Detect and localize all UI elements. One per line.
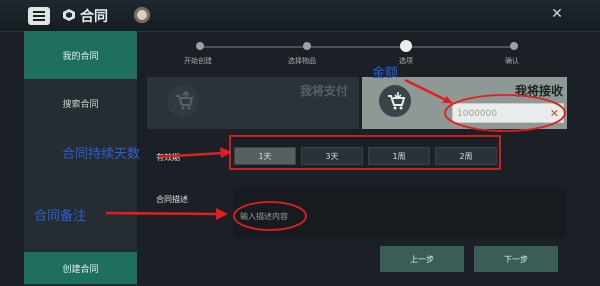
contract-window: 合同 ✕ 我的合同 搜索合同 创建合同 开始创建 选择物品 选项 确认 我将支付… <box>0 0 600 286</box>
annotation-overlay <box>105 78 566 231</box>
annotation-arrow-duration <box>157 151 223 159</box>
annotation-arrow-remark <box>105 211 219 216</box>
highlight-amount <box>444 94 566 132</box>
highlight-duration <box>229 135 501 170</box>
highlight-remark <box>233 201 307 231</box>
